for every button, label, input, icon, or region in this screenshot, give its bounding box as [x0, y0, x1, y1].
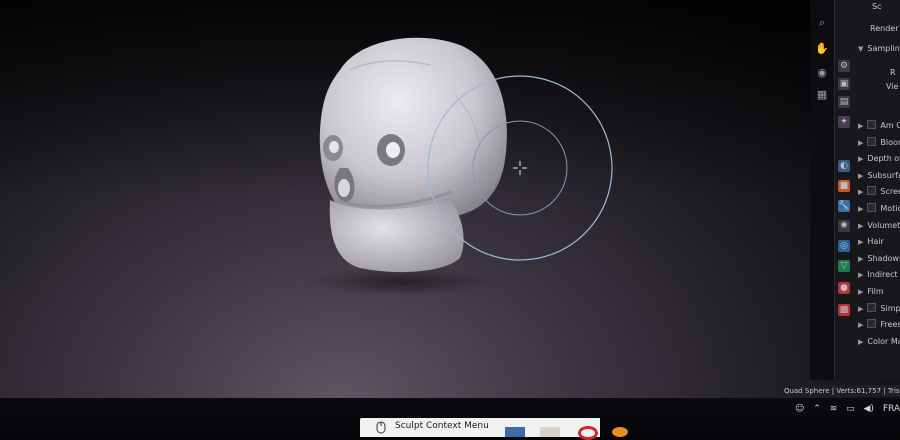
chevron-right-icon: ▶ [858, 271, 864, 279]
chevron-right-icon: ▶ [858, 238, 864, 246]
people-icon[interactable]: ☺ [795, 404, 804, 414]
network-icon[interactable]: ▭ [846, 404, 855, 414]
wifi-icon[interactable]: ≋ [830, 404, 838, 414]
data-tab-icon[interactable]: ● [838, 282, 850, 294]
system-tray: ☺ ⌃ ≋ ▭ ◀) FRA [795, 402, 900, 416]
chevron-up-icon[interactable]: ⌃ [813, 404, 821, 414]
model-shadow [305, 268, 495, 296]
sampling-panel-header[interactable]: ▼ Samplin [858, 42, 900, 56]
property-panel-label: Volumetric [867, 221, 900, 230]
property-panel-label: Depth of F [867, 154, 900, 163]
property-panel-label: Indirect Li [867, 270, 900, 279]
constraints-tab-icon[interactable]: ▽ [838, 260, 850, 272]
property-panel-header[interactable]: ▶Depth of F [858, 152, 900, 166]
enable-checkbox[interactable] [867, 120, 877, 129]
physics-tab-icon[interactable]: ◎ [838, 240, 850, 252]
property-panel-header[interactable]: ▶ Film [858, 285, 884, 299]
property-panel-header[interactable]: ▶ Simplif [858, 302, 900, 316]
properties-tabs: ⚙ ▣ ▤ ✦ ◐ ■ 🔧 ✺ ◎ ▽ ● ▩ [836, 60, 854, 350]
property-panel-header[interactable]: ▶Color Mana [858, 335, 900, 349]
property-panel-header[interactable]: ▶ Hair [858, 235, 884, 249]
render-engine-row[interactable]: Render E [870, 22, 900, 36]
properties-tab-label: Sc [872, 0, 881, 14]
property-panel-label: Film [867, 287, 884, 296]
chevron-right-icon: ▶ [858, 222, 864, 230]
property-panel-label: Bloom [880, 138, 900, 147]
property-panel-label: Color Mana [867, 337, 900, 346]
property-panel-header[interactable]: ▶ Shadows [858, 252, 900, 266]
chevron-right-icon: ▶ [858, 122, 864, 130]
property-panel-header[interactable]: ▶ Motion [858, 202, 900, 216]
property-panel-label: Motion [880, 204, 900, 213]
property-panel-label: Simplif [880, 304, 900, 313]
opera-icon[interactable] [578, 426, 598, 440]
tooltip-label: Sculpt Context Menu [395, 421, 489, 431]
property-panel-header[interactable]: ▶ Freesty [858, 318, 900, 332]
particles-tab-icon[interactable]: ✺ [838, 220, 850, 232]
property-panel-label: Subsurfac [867, 171, 900, 180]
status-bar: Quad Sphere | Verts:61,757 | Tris:1 [780, 385, 900, 397]
blender-icon[interactable] [612, 427, 628, 437]
property-panel-header[interactable]: ▶Indirect Li [858, 268, 900, 282]
sculpt-model[interactable] [0, 0, 900, 437]
viewport-nav-strip: ⌕ ✋ ◉ ▦ [810, 0, 834, 380]
property-panel-label: Screen [880, 187, 900, 196]
chevron-right-icon: ▶ [858, 288, 864, 296]
enable-checkbox[interactable] [867, 303, 877, 312]
property-panel-label: Am Oc [880, 121, 900, 130]
modifier-tab-icon[interactable]: 🔧 [838, 200, 850, 212]
property-panel-header[interactable]: ▶Volumetric [858, 219, 900, 233]
property-panel-label: Hair [867, 237, 884, 246]
output-tab-icon[interactable]: ▤ [838, 96, 850, 108]
property-panel-header[interactable]: ▶ Screen [858, 185, 900, 199]
taskbar-app-icon[interactable] [540, 427, 560, 437]
world-tab-icon[interactable]: ◐ [838, 160, 850, 172]
properties-tab-partial: Sc [872, 2, 882, 11]
enable-checkbox[interactable] [867, 186, 877, 195]
object-tab-icon[interactable]: ■ [838, 180, 850, 192]
grid-icon[interactable]: ▦ [813, 88, 831, 102]
volume-icon[interactable]: ◀) [864, 404, 874, 414]
language-indicator[interactable]: FRA [883, 404, 900, 414]
scene-statistics: Quad Sphere | Verts:61,757 | Tris:1 [784, 387, 900, 395]
property-panel-label: Shadows [867, 254, 900, 263]
chevron-right-icon: ▶ [858, 255, 864, 263]
property-panel-header[interactable]: ▶ Am Oc [858, 119, 900, 133]
hand-pan-icon[interactable]: ✋ [813, 42, 831, 56]
brush-cursor-icon [513, 161, 527, 175]
property-panel-label: Freesty [880, 320, 900, 329]
chevron-right-icon: ▶ [858, 188, 864, 196]
chevron-right-icon: ▶ [858, 139, 864, 147]
chevron-right-icon: ▶ [858, 205, 864, 213]
chevron-right-icon: ▶ [858, 155, 864, 163]
enable-checkbox[interactable] [867, 319, 877, 328]
tool-tab-icon[interactable]: ⚙ [838, 60, 850, 72]
chevron-right-icon: ▶ [858, 305, 864, 313]
property-panel-header[interactable]: ▶Subsurfac [858, 169, 900, 183]
chevron-down-icon: ▼ [858, 45, 864, 53]
chevron-right-icon: ▶ [858, 321, 864, 329]
render-tab-icon[interactable]: ▣ [838, 78, 850, 90]
chevron-right-icon: ▶ [858, 172, 864, 180]
chevron-right-icon: ▶ [858, 338, 864, 346]
enable-checkbox[interactable] [867, 137, 877, 146]
camera-icon[interactable]: ◉ [813, 66, 831, 80]
material-tab-icon[interactable]: ▩ [838, 304, 850, 316]
zoom-icon[interactable]: ⌕ [813, 16, 831, 30]
skull-jaw [329, 200, 464, 273]
mouse-icon [376, 421, 386, 434]
render-samples-row[interactable]: R [890, 66, 896, 80]
viewport-samples-row[interactable]: Vie [886, 80, 898, 94]
taskbar-app-icon[interactable] [505, 427, 525, 437]
property-panel-header[interactable]: ▶ Bloom [858, 136, 900, 150]
enable-checkbox[interactable] [867, 203, 877, 212]
scene-tab-icon[interactable]: ✦ [838, 116, 850, 128]
